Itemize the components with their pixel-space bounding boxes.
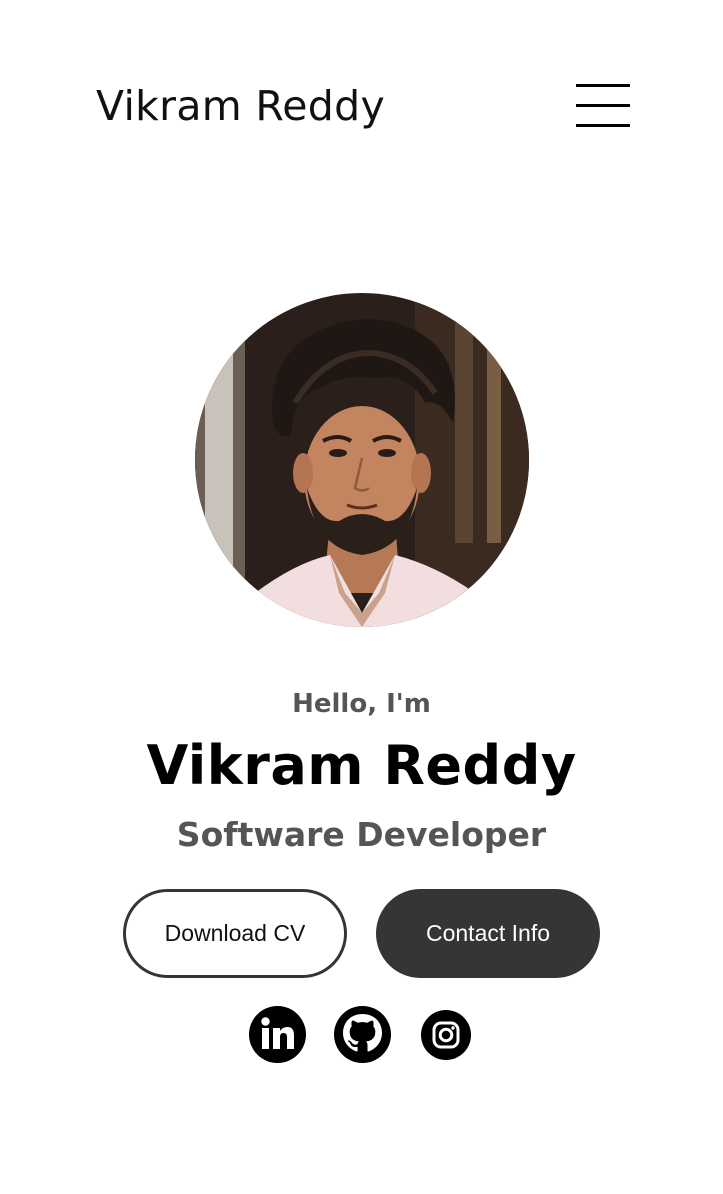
- role-title: Software Developer: [176, 815, 547, 854]
- linkedin-icon[interactable]: [249, 1006, 306, 1063]
- hero-name: Vikram Reddy: [146, 734, 577, 797]
- instagram-icon[interactable]: [421, 1010, 471, 1067]
- download-cv-button[interactable]: Download CV: [123, 889, 347, 978]
- menu-line: [576, 84, 630, 87]
- contact-info-button[interactable]: Contact Info: [376, 889, 600, 978]
- github-icon[interactable]: [334, 1006, 391, 1063]
- greeting-text: Hello, I'm: [292, 689, 431, 719]
- menu-line: [576, 104, 630, 107]
- hamburger-menu-icon[interactable]: [576, 82, 630, 130]
- menu-line: [576, 124, 630, 127]
- profile-photo: [195, 293, 529, 627]
- site-title[interactable]: Vikram Reddy: [96, 78, 385, 134]
